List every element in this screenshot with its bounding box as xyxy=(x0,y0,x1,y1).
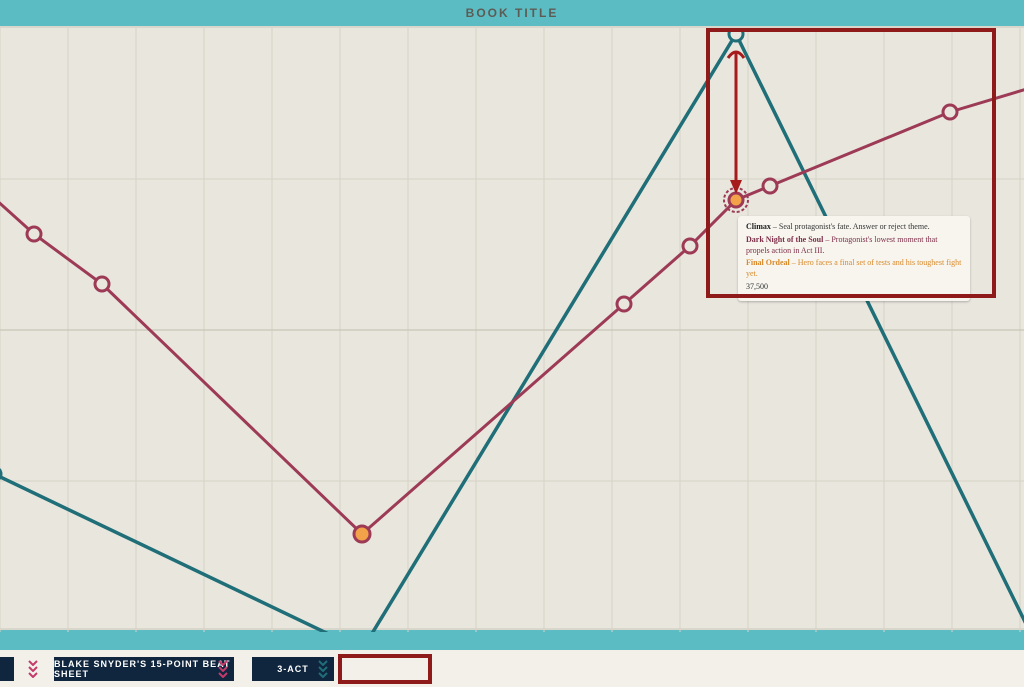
teal-point[interactable] xyxy=(0,467,1,481)
chevron-down-icon xyxy=(218,660,228,678)
chart-svg xyxy=(0,28,1024,632)
maroon-point[interactable] xyxy=(95,277,109,291)
chart-grid xyxy=(0,28,1024,632)
tooltip-final-label: Final Ordeal xyxy=(746,258,790,267)
top-bar: BOOK TITLE xyxy=(0,0,1024,26)
tooltip-row-climax: Climax – Seal protagonist's fate. Answer… xyxy=(746,222,962,233)
tooltip-dark-label: Dark Night of the Soul xyxy=(746,235,823,244)
maroon-point[interactable] xyxy=(617,297,631,311)
chevron-down-icon xyxy=(318,660,328,678)
nav-3act-label: 3-ACT xyxy=(277,664,309,674)
maroon-point-climax[interactable] xyxy=(729,193,743,207)
maroon-point[interactable] xyxy=(763,179,777,193)
nav-snyder-label: BLAKE SNYDER'S 15-POINT BEAT SHEET xyxy=(54,659,234,679)
tooltip-row-final: Final Ordeal – Hero faces a final set of… xyxy=(746,258,962,280)
bottom-bar: BLAKE SNYDER'S 15-POINT BEAT SHEET 3-ACT xyxy=(0,650,1024,687)
tooltip-climax-desc: Seal protagonist's fate. Answer or rejec… xyxy=(779,222,930,231)
nav-sliver xyxy=(0,657,14,681)
story-arc-chart[interactable]: Climax – Seal protagonist's fate. Answer… xyxy=(0,26,1024,630)
beat-tooltip: Climax – Seal protagonist's fate. Answer… xyxy=(738,216,970,301)
tooltip-row-dark: Dark Night of the Soul – Protagonist's l… xyxy=(746,235,962,257)
page-title: BOOK TITLE xyxy=(466,6,559,20)
maroon-point[interactable] xyxy=(683,239,697,253)
mid-bar xyxy=(0,630,1024,650)
tooltip-climax-label: Climax xyxy=(746,222,771,231)
teal-point-climax[interactable] xyxy=(729,28,743,41)
tooltip-wordcount: 37,500 xyxy=(746,282,962,293)
chevron-down-icon xyxy=(28,660,38,678)
maroon-point[interactable] xyxy=(943,105,957,119)
annotation-arrow xyxy=(728,52,744,194)
nav-three-act[interactable]: 3-ACT xyxy=(252,657,334,681)
nav-blake-snyder[interactable]: BLAKE SNYDER'S 15-POINT BEAT SHEET xyxy=(54,657,234,681)
maroon-point[interactable] xyxy=(27,227,41,241)
maroon-point-midpoint[interactable] xyxy=(354,526,370,542)
